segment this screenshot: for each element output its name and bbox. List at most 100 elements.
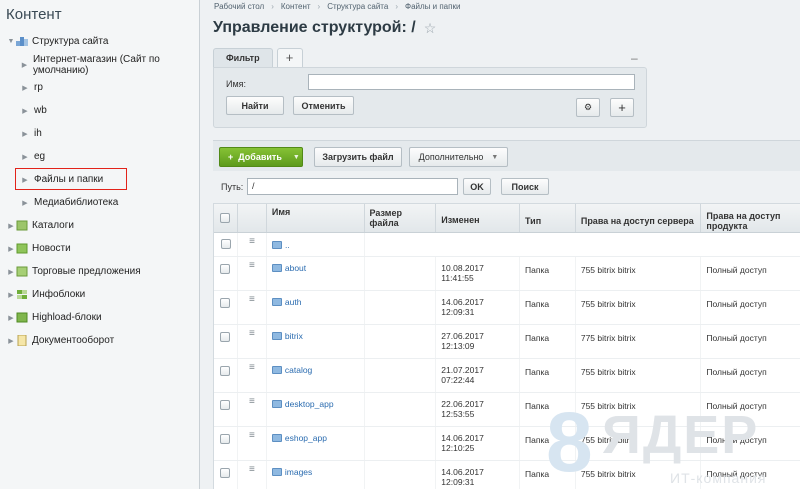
folder-icon (271, 434, 282, 442)
sidebar-item-eg[interactable]: ▶ eg (0, 145, 199, 168)
table-row[interactable]: ≡ images 14.06.2017 12:09:31 Папка 755 bi… (214, 461, 800, 489)
chevron-right-icon[interactable]: ▶ (6, 268, 16, 276)
sidebar-item-rp[interactable]: ▶ rp (0, 76, 199, 99)
chevron-right-icon[interactable]: ▶ (6, 245, 16, 253)
add-filter-tab-button[interactable]: + (276, 48, 303, 68)
files-table: Имя Размер файла Изменен Тип Права на до… (213, 203, 800, 489)
upload-file-button[interactable]: Загрузить файл (314, 147, 402, 167)
row-menu-icon[interactable]: ≡ (238, 393, 267, 426)
type-cell: Папка (520, 325, 576, 358)
header-size[interactable]: Размер файла (365, 204, 437, 232)
modified-cell: 14.06.2017 12:09:31 (436, 461, 521, 489)
header-product-rights[interactable]: Права на доступ продукта (701, 204, 800, 232)
up-link[interactable]: .. (285, 240, 290, 250)
collapse-filter-button[interactable]: – (631, 51, 638, 65)
table-row[interactable]: ≡ catalog 21.07.2017 07:22:44 Папка 755 b… (214, 359, 800, 393)
folder-link[interactable]: desktop_app (285, 399, 334, 409)
sidebar-tree: ▼ Структура сайта ▶ Интернет-магазин (Са… (0, 30, 199, 352)
row-checkbox[interactable] (220, 332, 231, 342)
breadcrumb-item[interactable]: Контент (281, 2, 311, 11)
row-checkbox[interactable] (220, 264, 231, 274)
header-server-rights[interactable]: Права на доступ сервера (576, 204, 702, 232)
chevron-right-icon[interactable]: ▶ (20, 84, 30, 92)
name-filter-input[interactable] (308, 74, 635, 90)
folder-link[interactable]: eshop_app (285, 433, 327, 443)
header-modified[interactable]: Изменен (436, 204, 521, 232)
chevron-down-icon[interactable]: ▼ (6, 38, 16, 45)
chevron-down-icon: ▼ (292, 153, 300, 161)
type-cell: Папка (520, 257, 576, 290)
row-menu-icon[interactable]: ≡ (238, 233, 267, 256)
sidebar-item-site-structure[interactable]: ▼ Структура сайта (0, 30, 199, 53)
sidebar-item-ih[interactable]: ▶ ih (0, 122, 199, 145)
sidebar-item-catalogs[interactable]: ▶ Каталоги (0, 214, 199, 237)
row-checkbox[interactable] (220, 366, 231, 376)
table-row[interactable]: ≡ eshop_app 14.06.2017 12:10:25 Папка 755… (214, 427, 800, 461)
breadcrumb-item[interactable]: Рабочий стол (214, 2, 264, 11)
path-ok-button[interactable]: OK (463, 178, 491, 195)
row-menu-icon[interactable]: ≡ (238, 359, 267, 392)
page-title: Управление структурой: / ☆ (213, 19, 436, 37)
tab-filter[interactable]: Фильтр (213, 48, 273, 68)
table-row[interactable]: ≡ bitrix 27.06.2017 12:13:09 Папка 775 bi… (214, 325, 800, 359)
add-filter-field-button[interactable]: + (610, 98, 634, 117)
folder-link[interactable]: images (285, 467, 312, 477)
chevron-right-icon[interactable]: ▶ (20, 130, 30, 138)
sidebar-item-iblocks[interactable]: ▶ Инфоблоки (0, 283, 199, 306)
more-actions-button[interactable]: Дополнительно ▼ (409, 147, 508, 167)
sidebar-item-eshop[interactable]: ▶ Интернет-магазин (Сайт по умолчанию) (0, 53, 199, 76)
select-all-checkbox[interactable] (220, 213, 231, 223)
folder-link[interactable]: catalog (285, 365, 312, 375)
path-input[interactable]: / (247, 178, 458, 195)
chevron-right-icon[interactable]: ▶ (6, 222, 16, 230)
type-cell: Папка (520, 461, 576, 489)
product-rights-cell: Полный доступ (701, 325, 800, 358)
table-row[interactable]: ≡ auth 14.06.2017 12:09:31 Папка 755 bitr… (214, 291, 800, 325)
chevron-right-icon[interactable]: ▶ (20, 61, 29, 69)
folder-icon (271, 264, 282, 272)
header-type[interactable]: Тип (520, 204, 576, 232)
chevron-right-icon[interactable]: ▶ (20, 107, 30, 115)
chevron-right-icon[interactable]: ▶ (6, 337, 16, 345)
row-checkbox[interactable] (220, 400, 231, 410)
sidebar-item-medialib[interactable]: ▶ Медиабиблиотека (0, 191, 199, 214)
find-button[interactable]: Найти (226, 96, 284, 115)
row-menu-icon[interactable]: ≡ (238, 257, 267, 290)
breadcrumb-item[interactable]: Структура сайта (327, 2, 388, 11)
row-checkbox[interactable] (220, 434, 231, 444)
star-icon[interactable]: ☆ (424, 20, 437, 37)
table-row[interactable]: ≡ desktop_app 22.06.2017 12:53:55 Папка 7… (214, 393, 800, 427)
row-checkbox[interactable] (220, 239, 231, 249)
chevron-right-icon[interactable]: ▶ (6, 314, 16, 322)
table-row[interactable]: ≡ about 10.08.2017 11:41:55 Папка 755 bit… (214, 257, 800, 291)
sidebar-item-news[interactable]: ▶ Новости (0, 237, 199, 260)
sidebar: Контент ▼ Структура сайта ▶ Интернет-маг… (0, 0, 200, 489)
folder-link[interactable]: bitrix (285, 331, 303, 341)
breadcrumb-item[interactable]: Файлы и папки (405, 2, 460, 11)
sidebar-item-docflow[interactable]: ▶ Документооборот (0, 329, 199, 352)
filter-tabs: Фильтр + (213, 48, 303, 68)
row-menu-icon[interactable]: ≡ (238, 325, 267, 358)
search-button[interactable]: Поиск (501, 178, 549, 195)
folder-link[interactable]: about (285, 263, 306, 273)
filter-settings-button[interactable]: ⚙ (576, 98, 600, 117)
row-menu-icon[interactable]: ≡ (238, 461, 267, 489)
add-button[interactable]: + Добавить ▼ (219, 147, 303, 167)
chevron-right-icon[interactable]: ▶ (6, 291, 16, 299)
row-menu-icon[interactable]: ≡ (238, 291, 267, 324)
gear-icon: ⚙ (583, 102, 593, 112)
chevron-right-icon[interactable]: ▶ (20, 199, 30, 207)
table-row-up[interactable]: ≡ .. (214, 233, 800, 257)
row-checkbox[interactable] (220, 298, 231, 308)
name-cell: desktop_app (267, 393, 365, 426)
folder-link[interactable]: auth (285, 297, 302, 307)
header-name[interactable]: Имя (267, 204, 365, 232)
sidebar-item-wb[interactable]: ▶ wb (0, 99, 199, 122)
row-checkbox[interactable] (220, 468, 231, 478)
sidebar-item-highload[interactable]: ▶ Highload-блоки (0, 306, 199, 329)
cancel-filter-button[interactable]: Отменить (293, 96, 354, 115)
sidebar-item-offers[interactable]: ▶ Торговые предложения (0, 260, 199, 283)
row-menu-icon[interactable]: ≡ (238, 427, 267, 460)
product-rights-cell: Полный доступ (701, 393, 800, 426)
chevron-right-icon[interactable]: ▶ (20, 153, 30, 161)
